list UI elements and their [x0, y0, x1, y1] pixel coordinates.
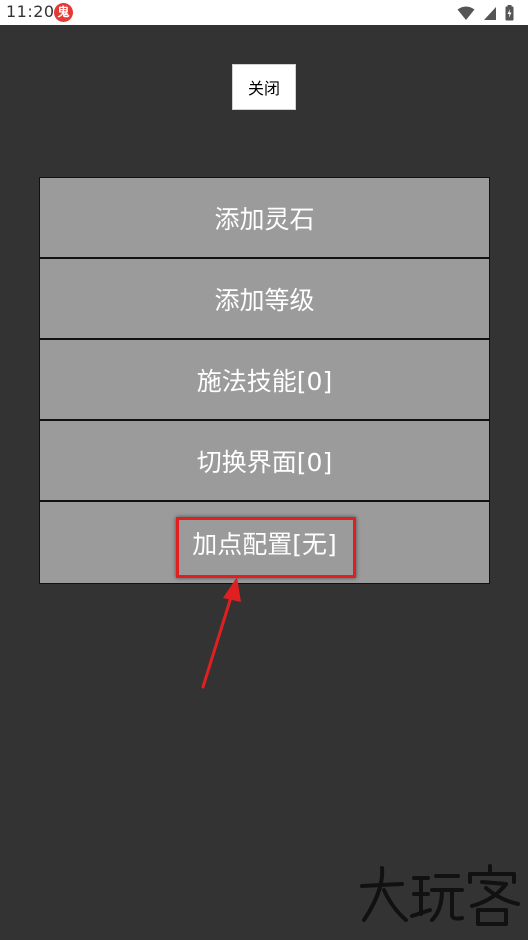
status-bar: 11:20 鬼	[0, 0, 528, 25]
app-notification-icon: 鬼	[54, 3, 73, 22]
status-icons	[457, 4, 514, 22]
cast-skill-button[interactable]: 施法技能[0]	[40, 340, 489, 421]
wifi-icon	[457, 6, 475, 20]
watermark-logo	[360, 864, 520, 926]
status-time: 11:20	[6, 2, 55, 21]
attribute-point-config-button[interactable]: 加点配置[无]	[40, 502, 489, 583]
battery-icon	[505, 5, 514, 21]
switch-interface-button[interactable]: 切换界面[0]	[40, 421, 489, 502]
cheat-menu-panel: 添加灵石 添加等级 施法技能[0] 切换界面[0] 加点配置[无]	[39, 177, 490, 584]
cellular-signal-icon	[484, 6, 496, 20]
add-level-button[interactable]: 添加等级	[40, 259, 489, 340]
add-spirit-stones-button[interactable]: 添加灵石	[40, 178, 489, 259]
close-button[interactable]: 关闭	[232, 64, 296, 110]
